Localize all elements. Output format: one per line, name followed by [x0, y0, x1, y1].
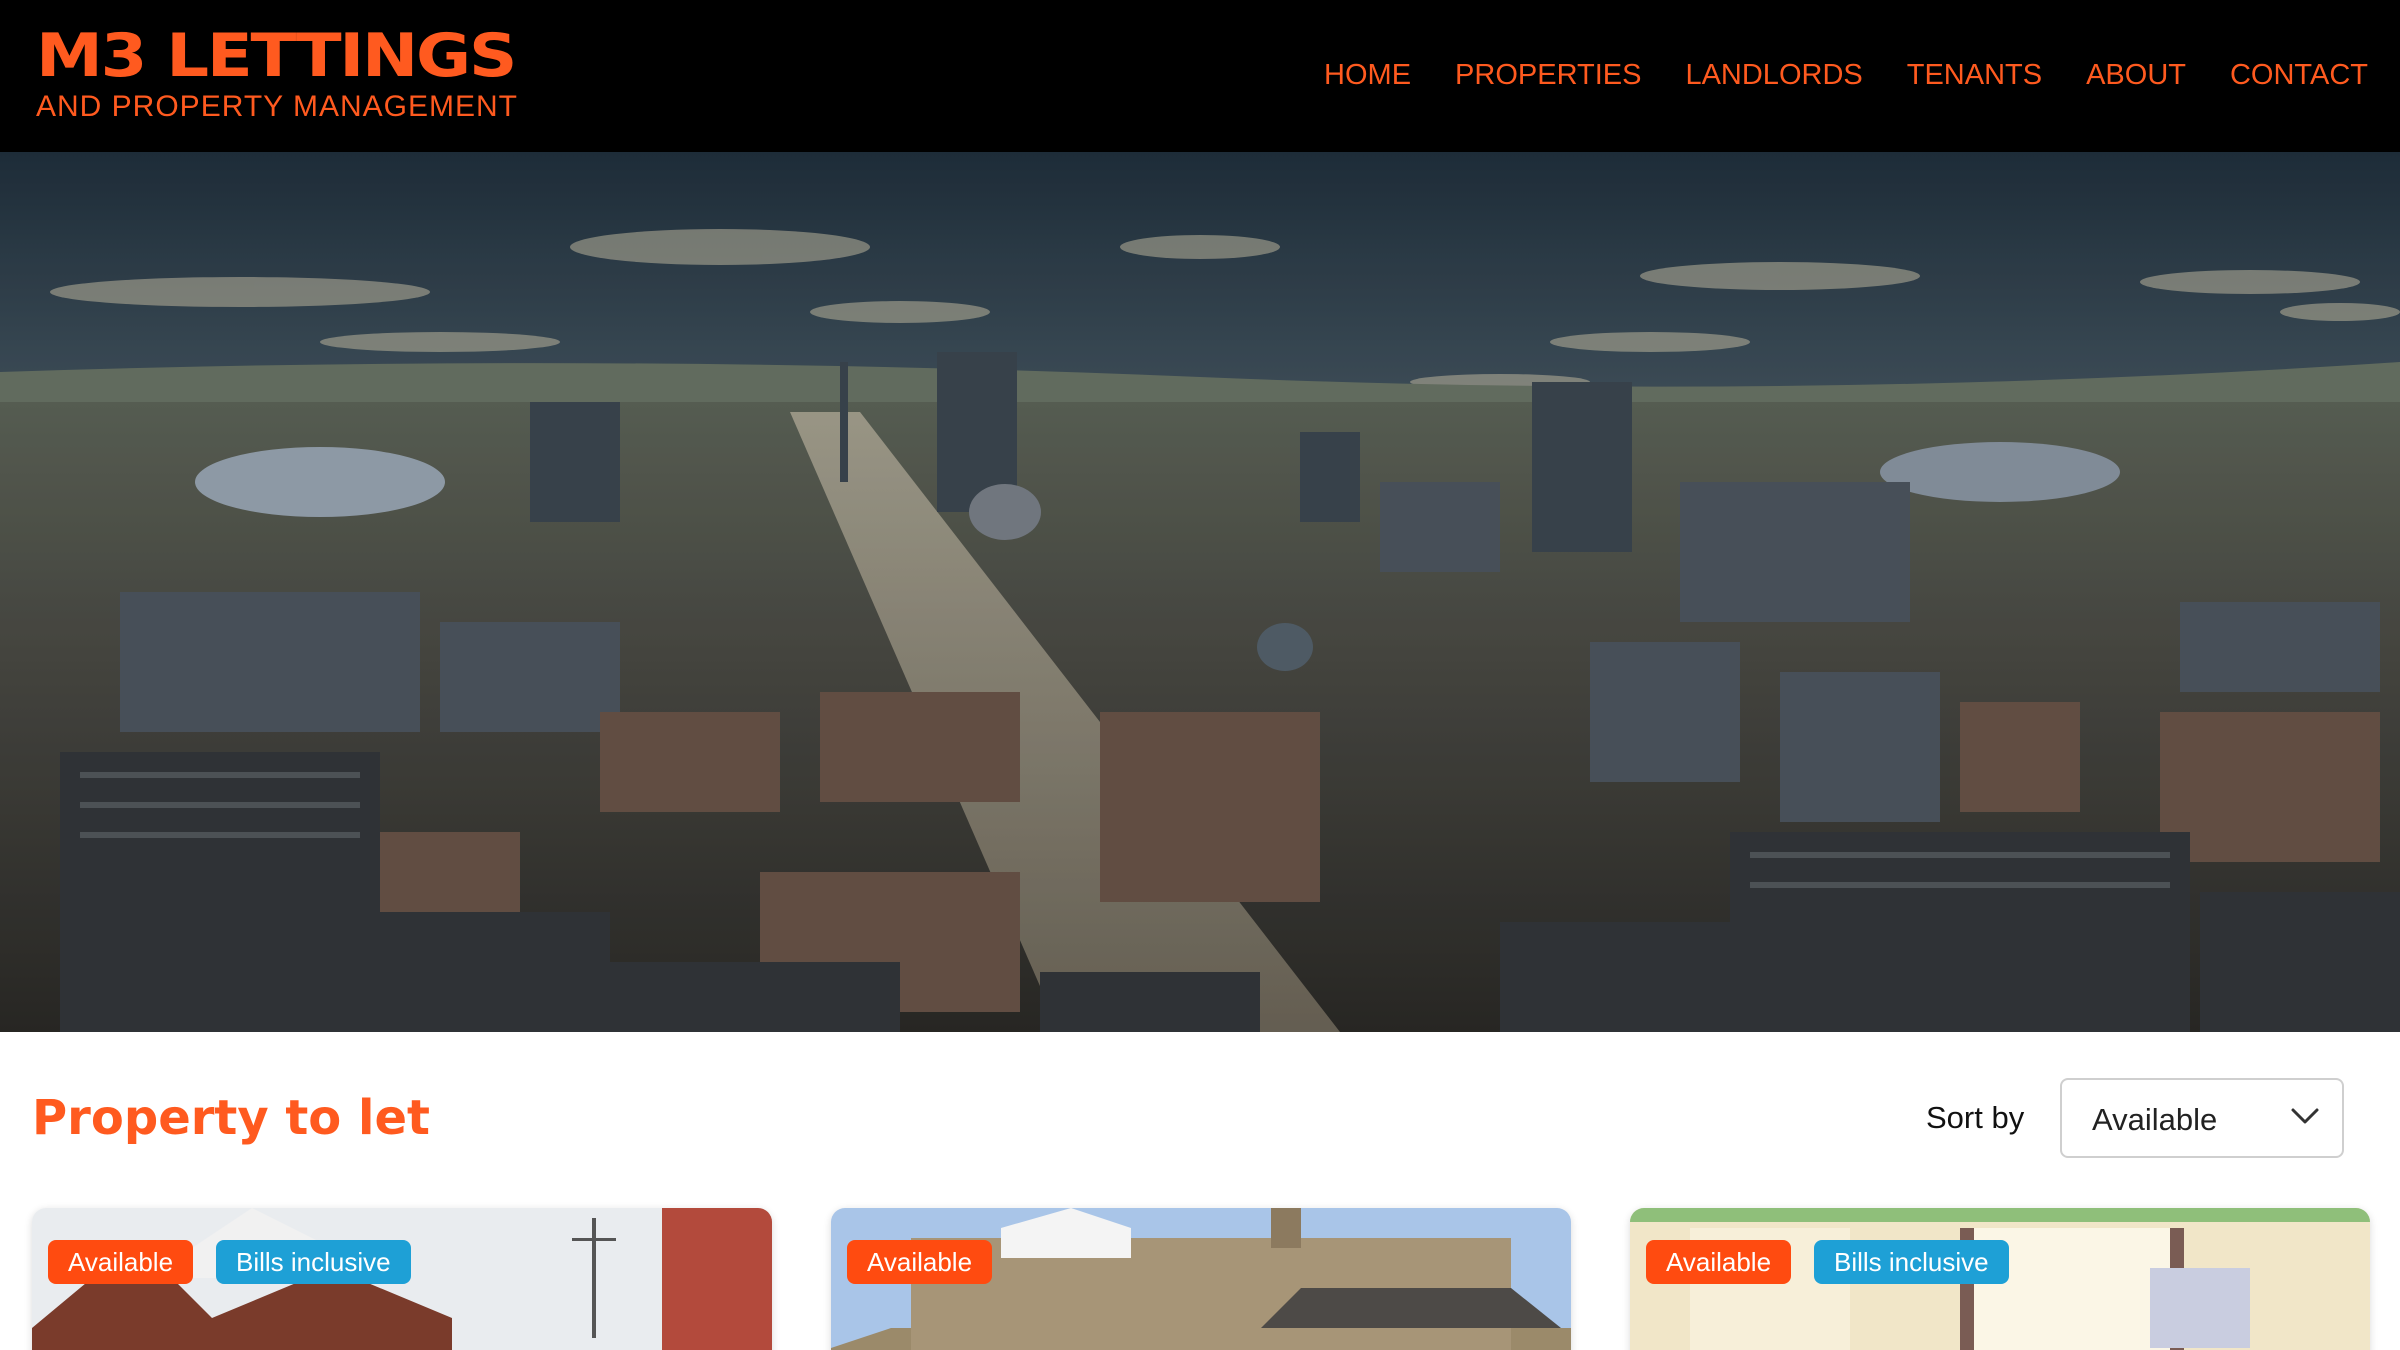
logo-title: M3 LETTINGS — [36, 21, 517, 91]
property-card[interactable]: Available Bills inclusive — [32, 1208, 772, 1350]
site-logo[interactable]: M3 LETTINGS AND PROPERTY MANAGEMENT — [36, 26, 536, 126]
site-header: M3 LETTINGS AND PROPERTY MANAGEMENT HOME… — [0, 0, 2400, 152]
sort-label: Sort by — [1926, 1100, 2025, 1135]
logo-tagline: AND PROPERTY MANAGEMENT — [36, 90, 518, 123]
hero-city-image — [0, 152, 2400, 1032]
nav-about[interactable]: ABOUT — [2086, 58, 2186, 92]
badge-available: Available — [1646, 1240, 1792, 1284]
property-card[interactable]: Available Bills inclusive — [1630, 1208, 2370, 1350]
main-nav: HOME PROPERTIES LANDLORDS TENANTS ABOUT … — [1280, 58, 2368, 92]
nav-contact[interactable]: CONTACT — [2230, 58, 2368, 92]
property-card[interactable]: Available — [831, 1208, 1571, 1350]
badge-available: Available — [847, 1240, 993, 1284]
section-title: Property to let — [32, 1090, 430, 1146]
badge-available: Available — [48, 1240, 194, 1284]
sort-select[interactable]: Available — [2060, 1078, 2344, 1158]
badge-bills-inclusive: Bills inclusive — [216, 1240, 411, 1284]
sort-selected-value: Available — [2092, 1102, 2218, 1137]
badge-bills-inclusive: Bills inclusive — [1814, 1240, 2009, 1284]
nav-home[interactable]: HOME — [1324, 58, 1411, 92]
nav-properties[interactable]: PROPERTIES — [1455, 58, 1641, 92]
chevron-down-icon — [2291, 1108, 2319, 1124]
nav-tenants[interactable]: TENANTS — [1907, 58, 2042, 92]
nav-landlords[interactable]: LANDLORDS — [1685, 58, 1862, 92]
